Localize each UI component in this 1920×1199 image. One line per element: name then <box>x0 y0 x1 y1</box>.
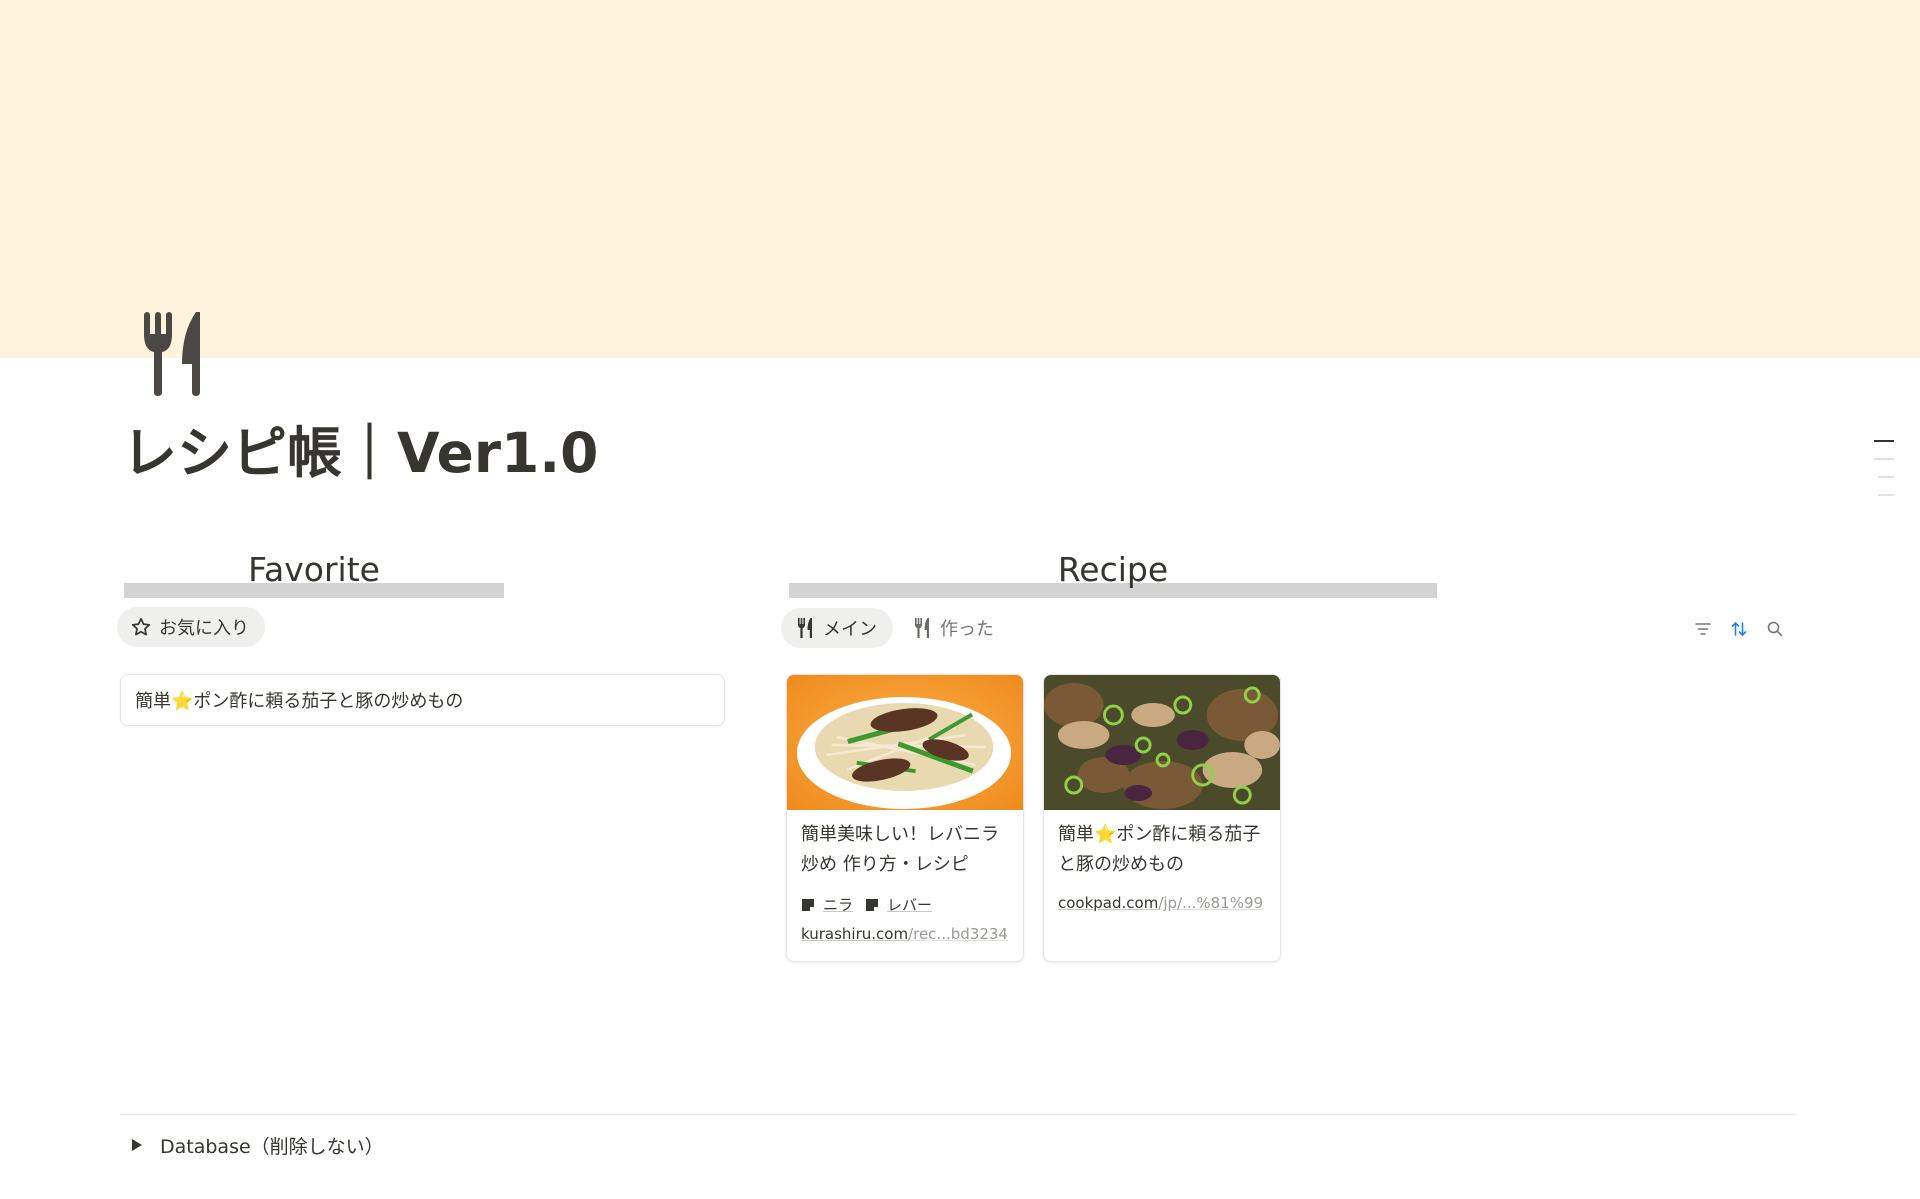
tag-label: ニラ <box>823 896 854 914</box>
page-icon <box>866 898 879 911</box>
tab-made[interactable]: 作った <box>898 608 1010 648</box>
fork-knife-icon <box>795 618 815 638</box>
page-icon <box>802 898 814 911</box>
card-url[interactable]: kurashiru.com/rec...bd3234 <box>787 915 1023 943</box>
sort-icon[interactable] <box>1728 618 1750 640</box>
url-path: /jp/...%81%99 <box>1158 894 1264 912</box>
divider <box>120 1114 1796 1115</box>
list-item-title: 簡単⭐ポン酢に頼る茄子と豚の炒めもの <box>135 691 464 712</box>
gallery-card[interactable]: 簡単美味しい！レバニラ炒め 作り方・レシピ ニラ レバー kurashiru.c… <box>786 674 1024 962</box>
database-toggle[interactable]: Database（削除しない） <box>130 1130 384 1160</box>
database-toolbar <box>1692 618 1786 640</box>
url-path: /rec...bd3234 <box>908 925 1008 943</box>
fork-knife-icon <box>912 618 932 638</box>
tab-label: 作った <box>940 619 994 640</box>
toc-line[interactable] <box>1874 440 1894 442</box>
list-item[interactable]: 簡単⭐ポン酢に頼る茄子と豚の炒めもの <box>120 674 725 726</box>
card-cover-image <box>787 675 1023 810</box>
tag-label: レバー <box>887 896 933 914</box>
search-icon[interactable] <box>1764 618 1786 640</box>
recipe-heading-text: Recipe <box>1057 550 1169 589</box>
toc-line[interactable] <box>1874 458 1894 460</box>
tab-main[interactable]: メイン <box>781 608 893 648</box>
card-title: 簡単美味しい！レバニラ炒め 作り方・レシピ <box>801 824 999 875</box>
toc-line[interactable] <box>1878 494 1894 496</box>
card-title: 簡単⭐ポン酢に頼る茄子と豚の炒めもの <box>1058 824 1261 875</box>
fork-knife-icon[interactable] <box>140 312 204 396</box>
favorite-heading-text: Favorite <box>248 550 380 589</box>
tab-favorites[interactable]: お気に入り <box>117 607 265 647</box>
toc-line[interactable] <box>1878 476 1894 478</box>
ingredient-tag[interactable]: レバー <box>865 894 932 915</box>
tab-label: メイン <box>823 619 877 640</box>
card-tags: ニラ レバー <box>787 882 1023 915</box>
favorite-heading: Favorite <box>124 548 504 598</box>
recipe-heading: Recipe <box>789 548 1437 598</box>
card-url[interactable]: cookpad.com/jp/...%81%99 <box>1044 882 1280 912</box>
card-cover-image <box>1044 675 1280 810</box>
table-of-contents-outline[interactable] <box>1872 440 1894 512</box>
tab-label: お気に入り <box>159 618 249 639</box>
url-domain: cookpad.com <box>1058 894 1159 912</box>
ingredient-tag[interactable]: ニラ <box>801 894 853 915</box>
gallery-card[interactable]: 簡単⭐ポン酢に頼る茄子と豚の炒めもの cookpad.com/jp/...%81… <box>1043 674 1281 962</box>
url-domain: kurashiru.com <box>801 925 909 943</box>
filter-icon[interactable] <box>1692 618 1714 640</box>
star-outline-icon <box>131 617 151 637</box>
page-cover[interactable] <box>0 0 1920 358</box>
toggle-label: Database（削除しない） <box>160 1135 384 1158</box>
page-title[interactable]: レシピ帳｜Ver1.0 <box>122 418 598 488</box>
triangle-right-icon[interactable] <box>130 1138 144 1152</box>
